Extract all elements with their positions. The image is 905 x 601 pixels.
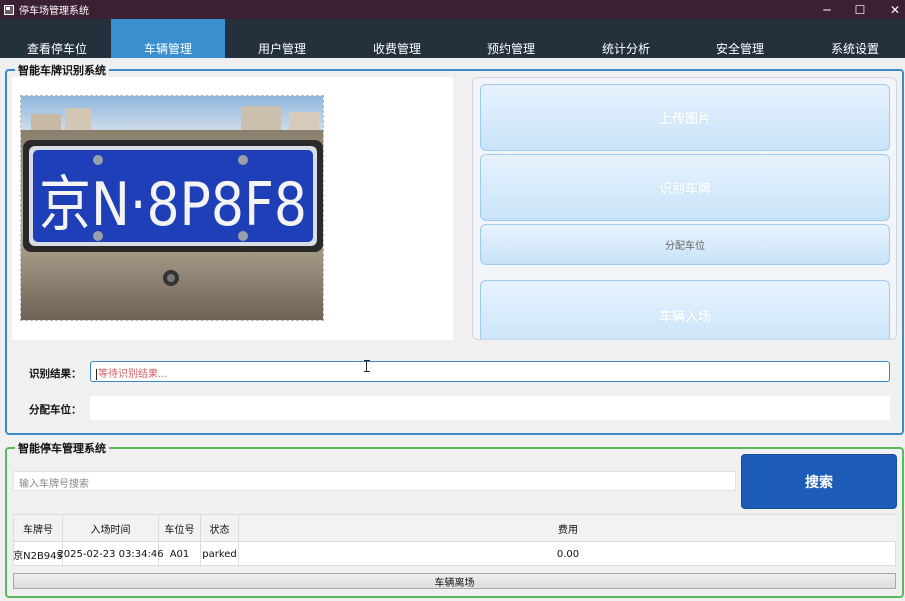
vehicle-entry-button[interactable]: 车辆入场	[480, 280, 890, 339]
action-button-panel: 上传图片 识别车牌 分配车位 车辆入场	[472, 77, 897, 340]
plate-text: 京N·8P8F8	[39, 170, 307, 240]
license-plate-image: 京N·8P8F8	[21, 96, 323, 320]
result-label: 识别结果：	[29, 368, 82, 380]
column-header-space[interactable]: 车位号	[159, 515, 201, 541]
search-button[interactable]: 搜索	[741, 454, 897, 509]
column-header-status[interactable]: 状态	[201, 515, 239, 541]
minimize-button[interactable]: ─	[810, 0, 844, 19]
tab-statistics[interactable]: 统计分析	[569, 19, 683, 58]
tab-settings[interactable]: 系统设置	[798, 19, 905, 58]
window-title: 停车场管理系统	[19, 6, 89, 17]
cell-space[interactable]: A01	[159, 542, 201, 566]
cell-status[interactable]: parked	[201, 542, 239, 566]
table-header: 车牌号 入场时间 车位号 状态 费用	[14, 515, 897, 542]
tab-security[interactable]: 安全管理	[683, 19, 797, 58]
tab-fee-management[interactable]: 收费管理	[340, 19, 454, 58]
parking-records-table: 车牌号 入场时间 车位号 状态 费用 京N2B945 2025-02-23 03…	[13, 514, 897, 566]
recognition-result-field[interactable]: 等待识别结果...	[90, 361, 890, 382]
recognize-plate-button[interactable]: 识别车牌	[480, 154, 890, 221]
maximize-button[interactable]: ☐	[843, 0, 877, 19]
column-header-fee[interactable]: 费用	[239, 515, 897, 541]
plate-recognition-title: 智能车牌识别系统	[15, 62, 109, 78]
title-bar: 停车场管理系统	[0, 0, 905, 19]
vehicle-exit-button[interactable]: 车辆离场	[13, 573, 896, 589]
upload-image-button[interactable]: 上传图片	[480, 84, 890, 151]
column-header-plate[interactable]: 车牌号	[14, 515, 63, 541]
column-header-entry-time[interactable]: 入场时间	[63, 515, 159, 541]
close-button[interactable]: ✕	[878, 0, 905, 19]
app-icon	[4, 4, 14, 15]
tab-user-management[interactable]: 用户管理	[225, 19, 339, 58]
space-label: 分配车位：	[29, 404, 82, 416]
result-placeholder: 等待识别结果...	[98, 369, 168, 380]
assigned-space-field	[90, 396, 890, 420]
plate-search-input[interactable]: 输入车牌号搜索	[13, 471, 736, 491]
tab-vehicle-management[interactable]: 车辆管理	[111, 19, 225, 58]
cell-entry-time[interactable]: 2025-02-23 03:34:46	[57, 542, 164, 566]
tab-reservation-management[interactable]: 预约管理	[454, 19, 568, 58]
ibeam-cursor-icon	[364, 360, 370, 372]
tab-bar: 查看停车位 车辆管理 用户管理 收费管理 预约管理 统计分析 安全管理 系统设置	[0, 19, 905, 58]
cell-plate[interactable]: 京N2B945	[13, 542, 63, 566]
assign-space-button[interactable]: 分配车位	[480, 224, 890, 265]
parking-management-title: 智能停车管理系统	[15, 440, 109, 456]
text-caret	[96, 368, 97, 380]
cell-fee[interactable]: 0.00	[239, 542, 897, 566]
plate-photo: 京N·8P8F8	[20, 95, 324, 321]
table-row[interactable]: 京N2B945 2025-02-23 03:34:46 A01 parked 0…	[13, 542, 897, 566]
tab-view-spaces[interactable]: 查看停车位	[0, 19, 114, 58]
